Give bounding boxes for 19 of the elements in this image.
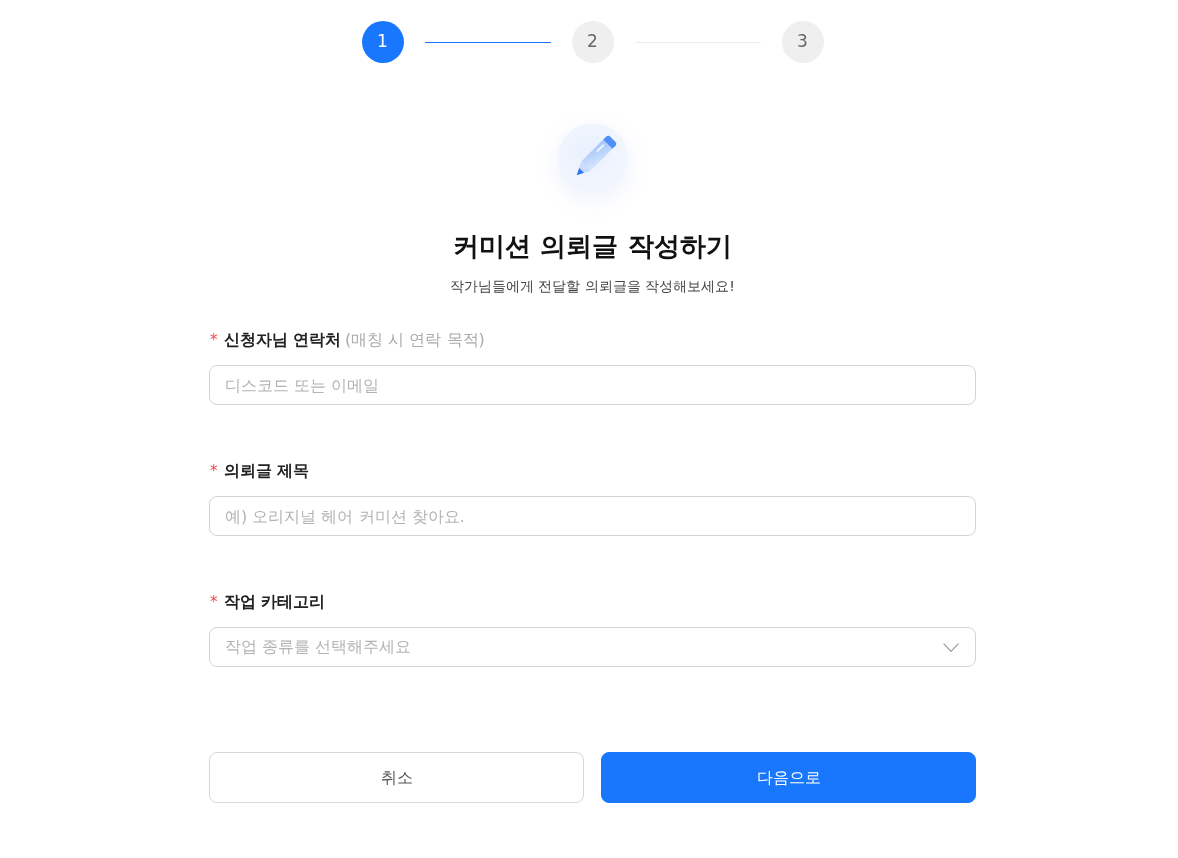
field-label: 의뢰글 제목 (223, 460, 310, 482)
step-indicator: 2 (571, 21, 614, 63)
step-indicator: 3 (781, 21, 824, 63)
step-indicator: 1 (361, 21, 404, 63)
next-button[interactable]: 다음으로 (601, 752, 976, 803)
page-title: 커미션 의뢰글 작성하기 (452, 230, 733, 263)
pencil-icon (556, 123, 629, 195)
page-subtitle: 작가님들에게 전달할 의뢰글을 작성해보세요! (449, 277, 736, 296)
field-label: 신청자님 연락처 (223, 329, 342, 351)
chevron-down-icon (943, 642, 959, 652)
input-field[interactable]: 디스코드 또는 이메일 (209, 365, 976, 405)
required-mark: * (210, 461, 218, 482)
select-field[interactable]: 작업 종류를 선택해주세요 (209, 627, 976, 667)
required-mark: * (210, 592, 218, 613)
field-hint: (매칭 시 연락 목적) (345, 329, 485, 351)
field-label: 작업 카테고리 (223, 591, 326, 613)
required-mark: * (210, 330, 218, 351)
cancel-button[interactable]: 취소 (209, 752, 584, 803)
input-field[interactable]: 예) 오리지널 헤어 커미션 찾아요. (209, 496, 976, 536)
